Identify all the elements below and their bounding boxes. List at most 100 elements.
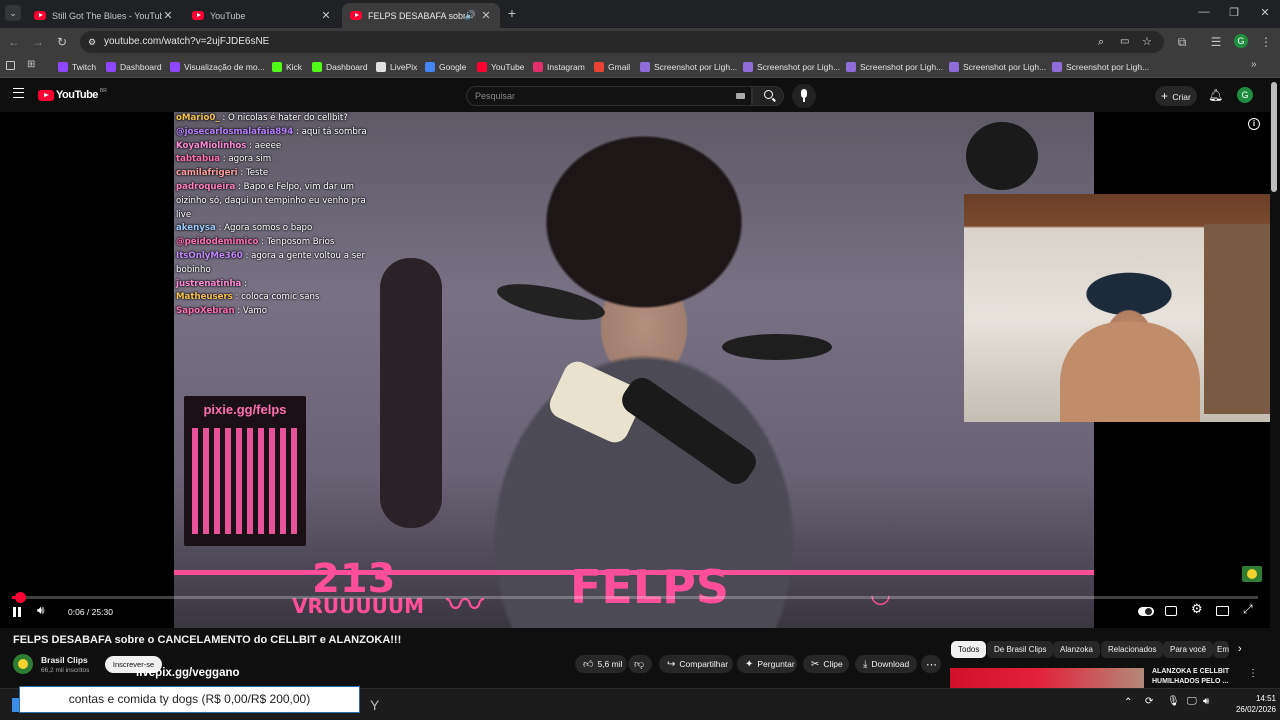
- fullscreen-icon[interactable]: ⤢: [1243, 602, 1253, 617]
- user-avatar[interactable]: G: [1237, 87, 1253, 103]
- tab-title: Still Got The Blues - YouTube: [52, 10, 162, 21]
- restore-icon[interactable]: ❐: [1226, 6, 1242, 19]
- close-tab-icon[interactable]: ✕: [480, 9, 492, 22]
- chip-alanzoka[interactable]: Alanzoka: [1053, 641, 1100, 658]
- youtube-favicon-icon: [34, 11, 46, 20]
- theater-mode-icon[interactable]: [1216, 606, 1229, 616]
- bookmark-item[interactable]: LivePix: [376, 60, 417, 74]
- tab-search-button[interactable]: ⌄: [5, 5, 21, 21]
- search-input[interactable]: Pesquisar: [466, 86, 752, 106]
- site-info-icon[interactable]: ⚙: [88, 31, 96, 53]
- bookmark-label: Screenshot por Ligh...: [1066, 62, 1150, 72]
- youtube-logo[interactable]: YouTube BR: [38, 88, 107, 102]
- bookmark-favicon-icon: [594, 62, 604, 72]
- chip-related[interactable]: Relacionados: [1101, 641, 1164, 658]
- bookmark-item[interactable]: Screenshot por Ligh...: [640, 60, 737, 74]
- keyboard-icon[interactable]: [736, 93, 745, 99]
- bookmark-item[interactable]: Kick: [272, 60, 302, 74]
- extensions-icon[interactable]: ⧉: [1174, 34, 1190, 50]
- close-tab-icon[interactable]: ✕: [320, 9, 332, 22]
- bookmark-item[interactable]: Gmail: [594, 60, 630, 74]
- chat-message: @peidodemimico : Tenposom Brios: [176, 236, 376, 250]
- taskbar-clock[interactable]: 14:51 26/02/2026: [1222, 693, 1276, 715]
- dislike-button[interactable]: 👎︎: [628, 655, 652, 673]
- address-bar[interactable]: ⚙ youtube.com/watch?v=2ujFJDE6sNE ⌕ ▭ ☆: [80, 31, 1164, 53]
- create-label: Criar: [1172, 92, 1191, 102]
- chevron-right-icon[interactable]: ›: [1238, 643, 1242, 655]
- chat-message: justrenatinha :: [176, 278, 376, 292]
- page-scrollbar[interactable]: [1271, 82, 1277, 192]
- profile-avatar[interactable]: G: [1234, 34, 1248, 48]
- recommendation-title[interactable]: ALANZOKA E CELLBIT HUMILHADOS PELO ...: [1152, 667, 1242, 686]
- taskbar-app-icon[interactable]: Y: [370, 697, 379, 713]
- video-info-icon[interactable]: i: [1248, 118, 1260, 130]
- zoom-icon[interactable]: ⌕: [1098, 31, 1104, 53]
- chat-message: oMario0_ : O nicolas é hater do cellbit?: [176, 112, 376, 126]
- bookmark-item[interactable]: Dashboard: [312, 60, 368, 74]
- bookmark-item[interactable]: Screenshot por Ligh...: [743, 60, 840, 74]
- browser-tab[interactable]: YouTube ✕: [184, 3, 340, 28]
- channel-name[interactable]: Brasil Clips: [41, 655, 88, 665]
- search-button[interactable]: [752, 86, 784, 106]
- reading-list-icon[interactable]: ☰: [1208, 34, 1224, 50]
- pause-button[interactable]: [12, 607, 22, 617]
- bookmark-item[interactable]: Google: [425, 60, 466, 74]
- chip-all[interactable]: Todos: [951, 641, 987, 658]
- subtitles-icon[interactable]: [1165, 606, 1177, 616]
- new-tab-button[interactable]: +: [505, 5, 519, 21]
- tray-display-icon[interactable]: 🖵︎: [1187, 696, 1197, 707]
- bookmark-item[interactable]: Dashboard: [106, 60, 162, 74]
- download-button[interactable]: ⤓ Download: [855, 655, 917, 673]
- settings-gear-icon[interactable]: ⚙: [1191, 601, 1203, 617]
- channel-avatar[interactable]: [13, 654, 33, 674]
- channel-watermark[interactable]: [1242, 566, 1262, 582]
- bookmark-label: Screenshot por Ligh...: [860, 62, 944, 72]
- bookmark-item[interactable]: Instagram: [533, 60, 585, 74]
- video-player[interactable]: oMario0_ : O nicolas é hater do cellbit?…: [0, 112, 1270, 628]
- tab-title: FELPS DESABAFA sobre o C: [368, 10, 465, 21]
- tab-title: YouTube: [210, 10, 246, 21]
- subscriber-count: 66,2 mil inscritos: [41, 667, 90, 674]
- chrome-menu-icon[interactable]: ⋮: [1258, 34, 1274, 50]
- more-bookmarks-icon[interactable]: »: [1251, 59, 1257, 70]
- bookmark-item[interactable]: YouTube: [477, 60, 524, 74]
- minimize-icon[interactable]: —: [1196, 6, 1212, 18]
- tray-mic-icon[interactable]: 🎙︎: [1167, 696, 1180, 707]
- tray-volume-icon[interactable]: 🔊︎: [1203, 696, 1209, 707]
- bookmark-item[interactable]: Visualização de mo...: [170, 60, 265, 74]
- like-button[interactable]: 👍︎ 5,6 mil: [575, 655, 627, 673]
- forward-icon[interactable]: →: [30, 34, 46, 50]
- close-tab-icon[interactable]: ✕: [162, 9, 174, 22]
- bookmark-star-icon[interactable]: ☆: [1142, 31, 1152, 53]
- hamburger-menu-icon[interactable]: [13, 88, 24, 98]
- voice-search-button[interactable]: [792, 84, 816, 108]
- bookmark-item[interactable]: Screenshot por Ligh...: [1052, 60, 1149, 74]
- create-button[interactable]: + Criar: [1155, 86, 1197, 106]
- chip-for-you[interactable]: Para você: [1163, 641, 1214, 658]
- apps-icon[interactable]: [6, 61, 15, 70]
- chip-more[interactable]: Em: [1213, 641, 1229, 658]
- reload-icon[interactable]: ↻: [54, 34, 70, 50]
- autoplay-toggle[interactable]: [1138, 607, 1154, 616]
- recommendation-menu-icon[interactable]: ⋮: [1248, 668, 1258, 679]
- more-actions-button[interactable]: ⋯: [921, 655, 941, 673]
- audio-playing-icon[interactable]: 🔊: [465, 10, 476, 21]
- browser-tab-active[interactable]: FELPS DESABAFA sobre o C 🔊 ✕: [342, 3, 500, 28]
- volume-icon[interactable]: 🔊︎: [37, 603, 45, 618]
- close-window-icon[interactable]: ✕: [1257, 6, 1273, 19]
- tab-groups-icon[interactable]: ⊞: [27, 59, 35, 70]
- bookmark-item[interactable]: Twitch: [58, 60, 96, 74]
- browser-tab[interactable]: Still Got The Blues - YouTube ✕: [26, 3, 182, 28]
- bookmark-item[interactable]: Screenshot por Ligh...: [846, 60, 943, 74]
- share-button[interactable]: ↪ Compartilhar: [659, 655, 733, 673]
- chip-channel[interactable]: De Brasil Clips: [987, 641, 1054, 658]
- ask-button[interactable]: ✦ Perguntar: [737, 655, 797, 673]
- tray-chevron-icon[interactable]: ⌃: [1124, 697, 1132, 708]
- clip-button[interactable]: ✂ Clipe: [803, 655, 849, 673]
- back-icon[interactable]: ←: [6, 34, 22, 50]
- install-app-icon[interactable]: ▭: [1120, 31, 1129, 53]
- tray-sync-icon[interactable]: ⟳: [1145, 696, 1153, 707]
- recommendation-thumbnail[interactable]: [950, 668, 1144, 688]
- bookmark-item[interactable]: Screenshot por Ligh...: [949, 60, 1046, 74]
- notifications-bell-icon[interactable]: 🔔︎: [1208, 88, 1223, 102]
